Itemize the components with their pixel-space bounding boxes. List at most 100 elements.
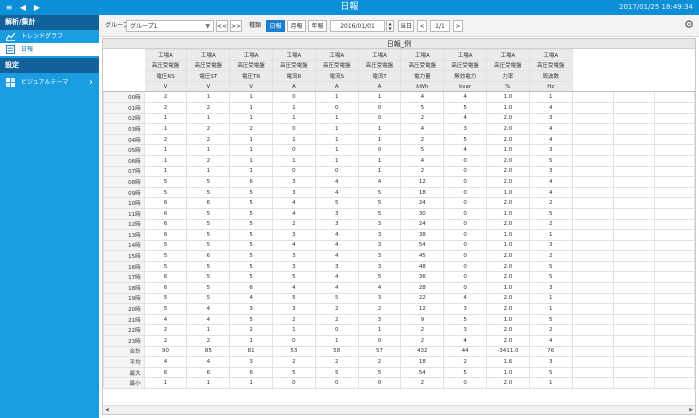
data-cell: 2 xyxy=(357,303,402,315)
data-cell: 5 xyxy=(186,282,231,294)
page-prev-button[interactable]: < xyxy=(417,20,427,32)
data-cell: 0 xyxy=(443,229,488,241)
sidebar-item-visual-theme[interactable]: ビジュアルテーマ › xyxy=(0,73,99,91)
mode-daily-button[interactable]: 日報 xyxy=(266,20,285,32)
scroll-right-icon[interactable]: ▶ xyxy=(689,407,693,413)
data-cell: 4 xyxy=(443,91,488,103)
group-next-button[interactable]: >> xyxy=(230,20,242,32)
data-cell: 76 xyxy=(528,345,573,358)
table-row: 22時 2 1 2 1 0 1 2 3 2.0 2 xyxy=(103,324,695,337)
empty-cell xyxy=(613,70,656,82)
data-cell: 5 xyxy=(357,271,402,284)
table-row: 18時 6 5 6 4 4 4 28 0 1.0 3 xyxy=(103,282,695,294)
empty-cell xyxy=(654,229,695,241)
group-select[interactable]: グループ1 ▼ xyxy=(126,20,214,32)
data-cell: 5 xyxy=(143,250,188,262)
group-prev-button[interactable]: << xyxy=(216,20,228,32)
data-cell: 4 xyxy=(314,186,359,199)
data-cell: 2.0 xyxy=(486,260,530,273)
data-cell: 1 xyxy=(528,229,573,241)
data-cell: 0 xyxy=(357,335,402,347)
data-cell: 1 xyxy=(314,91,359,103)
data-cell: 2 xyxy=(229,324,274,337)
data-cell: 0 xyxy=(272,165,316,178)
data-cell: 0 xyxy=(272,123,316,135)
data-cell: 6 xyxy=(143,207,188,220)
empty-cell xyxy=(654,239,695,252)
data-cell: 3 xyxy=(272,260,316,273)
data-cell: 1.0 xyxy=(486,207,530,220)
data-cell: 1 xyxy=(229,335,274,347)
data-cell: 4 xyxy=(314,250,359,262)
empty-cell xyxy=(654,250,695,262)
empty-cell xyxy=(654,70,695,82)
row-label: 最大 xyxy=(103,366,145,379)
data-cell: 4 xyxy=(528,335,573,347)
table-row: 15時 5 6 5 3 4 3 45 0 2.0 2 xyxy=(103,250,695,262)
header-cell: 高圧受電盤 xyxy=(443,59,488,72)
horizontal-scrollbar[interactable]: ◀ ▶ xyxy=(103,405,695,414)
table-row: 最小 1 1 1 0 0 0 2 0 2.0 1 xyxy=(103,377,695,389)
gear-icon[interactable]: ⚙ xyxy=(684,18,694,31)
page-next-button[interactable]: > xyxy=(453,20,463,32)
empty-cell xyxy=(613,282,656,294)
empty-cell xyxy=(613,260,656,273)
data-cell: 0 xyxy=(443,207,488,220)
data-cell: 2 xyxy=(143,335,188,347)
data-cell: 3 xyxy=(443,324,488,337)
spin-down-icon[interactable]: ▼ xyxy=(387,26,393,31)
row-label: 14時 xyxy=(103,239,145,252)
data-cell: 1 xyxy=(357,91,402,103)
sidebar-item-daily-report[interactable]: 日報 xyxy=(0,43,99,56)
data-cell: 4 xyxy=(314,282,359,294)
data-cell: 4 xyxy=(272,207,316,220)
data-cell: 4 xyxy=(186,303,231,315)
data-cell: 5 xyxy=(186,176,231,188)
empty-cell xyxy=(613,101,656,114)
date-spinner[interactable]: ▲ ▼ xyxy=(386,20,394,32)
empty-cell xyxy=(571,229,615,241)
empty-cell xyxy=(571,282,615,294)
mode-monthly-button[interactable]: 月報 xyxy=(287,20,306,32)
report-grid-wrapper[interactable]: 工場A 工場A 工場A 工場A 工場A 工場A 工場A 工場A 工場A 工場A 高圧受電盤 高圧受電盤… xyxy=(103,49,695,406)
data-cell: 4 xyxy=(443,144,488,156)
data-cell: 4 xyxy=(357,282,402,294)
data-cell: 1 xyxy=(272,101,316,114)
scroll-left-icon[interactable]: ◀ xyxy=(105,407,109,413)
empty-cell xyxy=(571,112,615,125)
data-cell: 6 xyxy=(229,282,274,294)
mode-yearly-button[interactable]: 年報 xyxy=(308,20,327,32)
date-input[interactable]: 2016/01/01 xyxy=(330,20,385,32)
data-cell: 0 xyxy=(443,239,488,252)
data-cell: 6 xyxy=(143,197,188,209)
data-cell: 1 xyxy=(272,112,316,125)
header-cell: 工場A xyxy=(486,49,530,61)
header-row: 高圧受電盤 高圧受電盤 高圧受電盤 高圧受電盤 高圧受電盤 高圧受電盤 高圧受電盤 高圧受電盤… xyxy=(103,59,695,72)
empty-cell xyxy=(613,345,656,358)
table-row: 平均 4 4 3 2 2 2 18 2 1.6 3 xyxy=(103,356,695,368)
data-cell: 0 xyxy=(314,165,359,178)
data-cell: 4 xyxy=(400,91,445,103)
sidebar-item-trend-graph[interactable]: トレンドグラフ xyxy=(0,30,99,43)
data-cell: 3 xyxy=(314,207,359,220)
today-button[interactable]: 当日 xyxy=(398,20,414,32)
data-cell: 1 xyxy=(229,165,274,178)
data-cell: 3 xyxy=(357,292,402,305)
data-cell: 5 xyxy=(229,271,274,284)
header-cell: 電力量 xyxy=(400,70,445,82)
data-cell: 4 xyxy=(528,133,573,146)
empty-cell xyxy=(654,218,695,231)
row-label: 00時 xyxy=(103,91,145,103)
data-cell: 1 xyxy=(229,154,274,167)
empty-cell xyxy=(571,292,615,305)
data-cell: 4 xyxy=(143,356,188,368)
header-row: 電圧RS 電圧ST 電圧TR 電流R 電流S 電流T 電力量 無効電力 力率 周波数 xyxy=(103,70,695,82)
empty-cell xyxy=(571,218,615,231)
data-cell: 2.0 xyxy=(486,377,530,389)
empty-cell xyxy=(613,303,656,315)
data-cell: 3 xyxy=(272,250,316,262)
data-cell: 0 xyxy=(443,197,488,209)
data-cell: 2 xyxy=(400,335,445,347)
data-cell: 5 xyxy=(229,239,274,252)
empty-cell xyxy=(654,59,695,72)
